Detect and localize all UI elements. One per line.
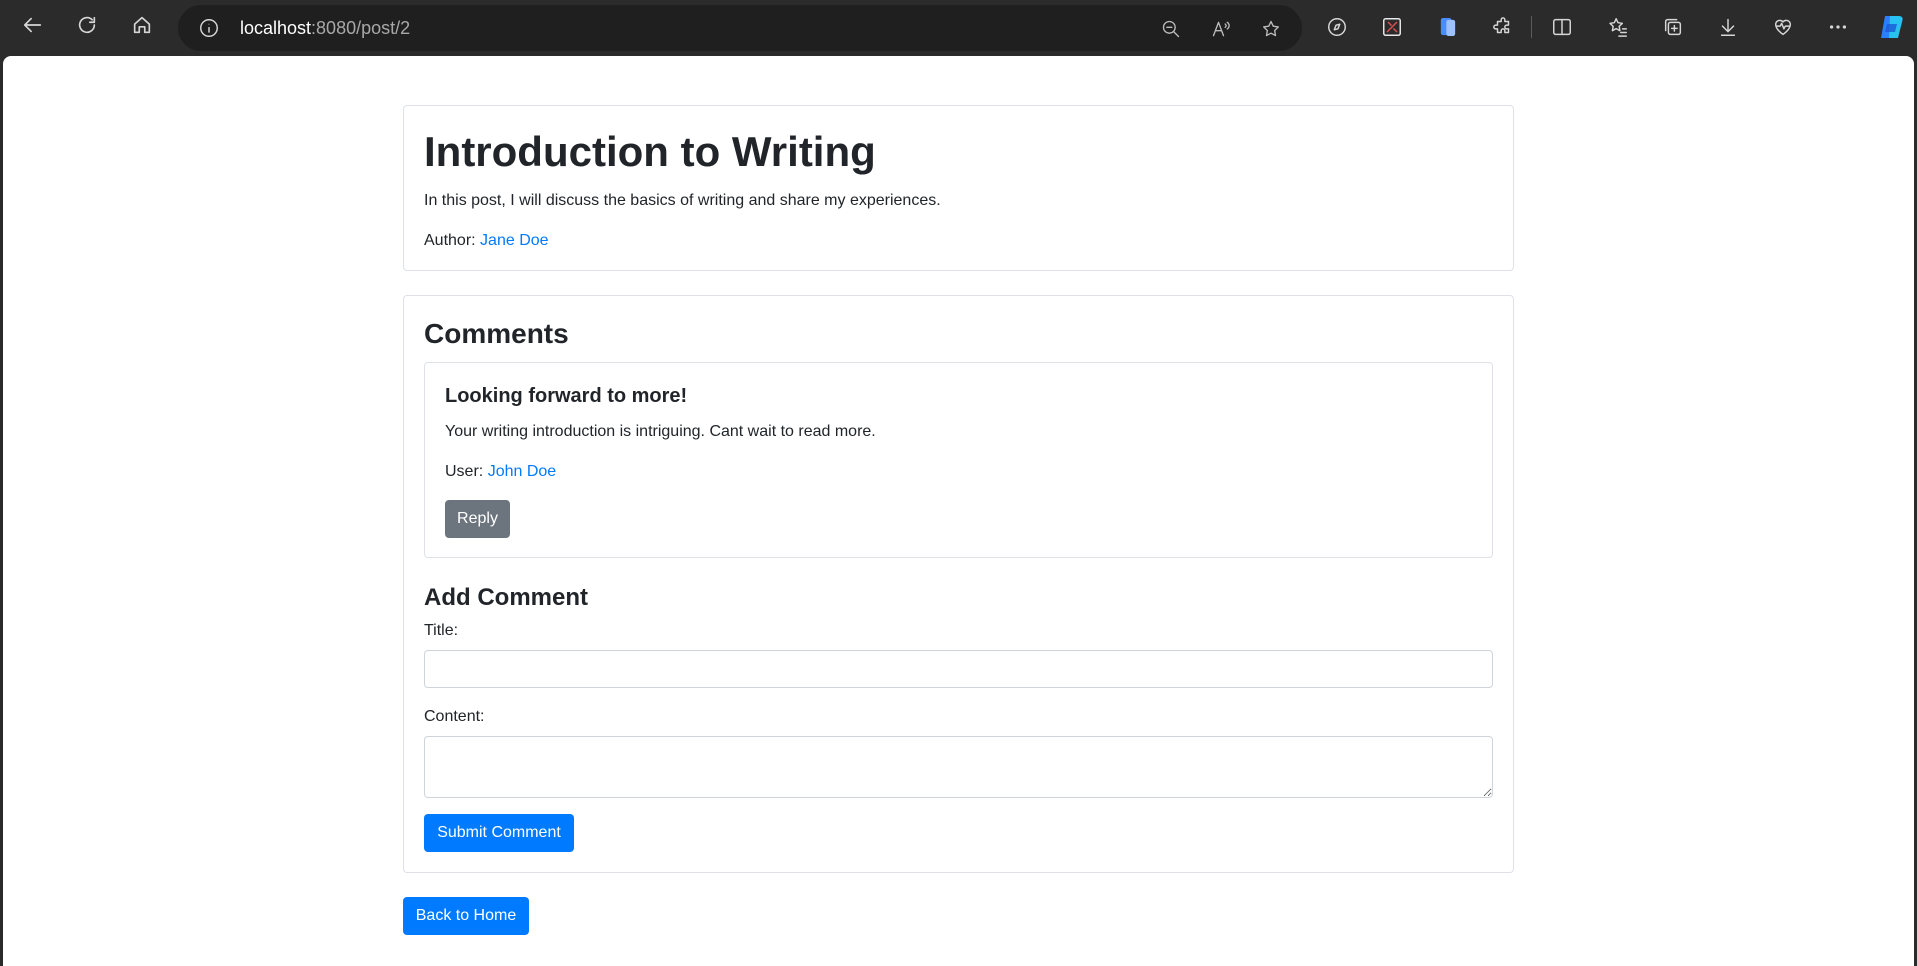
collections-icon[interactable] xyxy=(1658,12,1688,42)
home-icon[interactable] xyxy=(122,8,162,42)
submit-comment-button[interactable]: Submit Comment xyxy=(424,814,574,852)
extension-tools-icon[interactable] xyxy=(1377,12,1407,42)
back-arrow-icon[interactable] xyxy=(13,8,53,42)
split-screen-icon[interactable] xyxy=(1547,12,1577,42)
content-label: Content: xyxy=(424,708,485,725)
back-to-home-button[interactable]: Back to Home xyxy=(403,897,529,935)
post-author: Author: Jane Doe xyxy=(424,232,549,250)
downloads-icon[interactable] xyxy=(1713,12,1743,42)
post-body: In this post, I will discuss the basics … xyxy=(424,192,941,209)
comments-heading: Comments xyxy=(424,318,569,349)
url-text[interactable]: localhost:8080/post/2 xyxy=(240,18,410,39)
comment-title: Looking forward to more! xyxy=(445,385,688,407)
zoom-out-icon[interactable] xyxy=(1158,16,1184,42)
read-aloud-icon[interactable] xyxy=(1208,16,1234,42)
refresh-icon[interactable] xyxy=(67,8,107,42)
browser-essentials-heart-icon[interactable] xyxy=(1768,12,1798,42)
compass-icon[interactable] xyxy=(1322,12,1352,42)
add-comment-heading: Add Comment xyxy=(424,584,588,611)
comments-card: Comments Looking forward to more! Your w… xyxy=(403,295,1514,873)
post-title: Introduction to Writing xyxy=(424,128,876,175)
extension-book-icon[interactable] xyxy=(1433,12,1463,42)
reply-button[interactable]: Reply xyxy=(445,500,510,538)
user-link[interactable]: John Doe xyxy=(488,463,557,480)
comment-user: User: John Doe xyxy=(445,463,556,481)
favorites-list-icon[interactable] xyxy=(1603,12,1633,42)
favorite-star-icon[interactable] xyxy=(1258,16,1284,42)
comment-item: Looking forward to more! Your writing in… xyxy=(424,362,1493,558)
user-label: User: xyxy=(445,463,484,480)
extensions-puzzle-icon[interactable] xyxy=(1488,12,1518,42)
post-card: Introduction to Writing In this post, I … xyxy=(403,105,1514,271)
toolbar-divider xyxy=(1531,16,1532,38)
comment-title-input[interactable] xyxy=(424,650,1493,688)
title-label: Title: xyxy=(424,622,459,639)
more-options-icon[interactable] xyxy=(1823,12,1853,42)
address-bar[interactable]: localhost:8080/post/2 xyxy=(178,5,1302,51)
copilot-icon[interactable] xyxy=(1877,12,1907,42)
comment-content-textarea[interactable] xyxy=(424,736,1493,798)
author-label: Author: xyxy=(424,232,476,249)
site-info-icon[interactable] xyxy=(198,17,220,39)
page-viewport: Introduction to Writing In this post, I … xyxy=(3,56,1914,966)
author-link[interactable]: Jane Doe xyxy=(480,232,549,249)
comment-content: Your writing introduction is intriguing.… xyxy=(445,423,876,440)
browser-toolbar: localhost:8080/post/2 xyxy=(0,0,1917,56)
